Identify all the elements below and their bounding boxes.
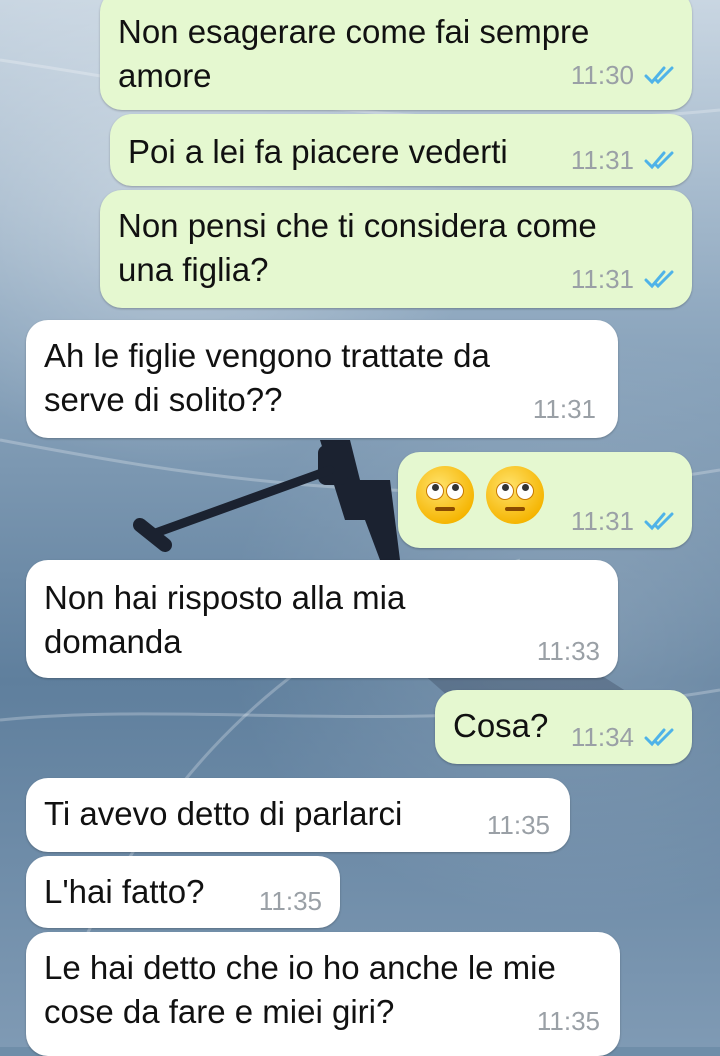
message-meta: 11:34 [571, 722, 676, 752]
message-time: 11:31 [570, 264, 634, 294]
face-with-rolling-eyes-icon [416, 466, 474, 524]
message-time: 11:31 [532, 394, 596, 424]
message-text: Non esagerare come fai sempre amore [118, 13, 590, 94]
message-meta: 11:33 [537, 636, 600, 666]
message-bubble-outgoing[interactable]: Non esagerare come fai sempre amore 11:3… [100, 0, 692, 110]
message-bubble-incoming[interactable]: Ah le figlie vengono trattate da serve d… [26, 320, 618, 438]
double-check-icon [644, 512, 674, 531]
message-text: Poi a lei fa piacere vederti [128, 133, 508, 170]
double-check-icon [644, 66, 674, 85]
message-meta: 11:35 [259, 886, 322, 916]
message-meta: 11:35 [487, 810, 550, 840]
message-time: 11:31 [570, 506, 634, 536]
message-time: 11:30 [570, 60, 634, 90]
message-time: 11:33 [536, 636, 600, 666]
message-time: 11:31 [570, 145, 634, 175]
message-time: 11:35 [258, 886, 322, 916]
message-bubble-outgoing[interactable]: Cosa? 11:34 [435, 690, 692, 764]
message-bubble-outgoing[interactable]: 11:31 [398, 452, 692, 548]
double-check-icon [644, 728, 674, 747]
emoji-group [416, 466, 544, 524]
message-bubble-outgoing[interactable]: Poi a lei fa piacere vederti 11:31 [110, 114, 692, 186]
message-text: Non hai risposto alla mia domanda [44, 579, 406, 660]
message-text: Ah le figlie vengono trattate da serve d… [44, 337, 490, 418]
message-meta: 11:35 [537, 1006, 600, 1036]
message-meta: 11:31 [571, 264, 676, 294]
face-with-rolling-eyes-icon [486, 466, 544, 524]
message-text: Ti avevo detto di parlarci [44, 795, 403, 832]
double-check-icon [644, 151, 674, 170]
message-bubble-incoming[interactable]: L'hai fatto? 11:35 [26, 856, 340, 928]
message-meta: 11:30 [571, 60, 676, 90]
message-meta: 11:31 [571, 506, 676, 536]
message-bubble-incoming[interactable]: Le hai detto che io ho anche le mie cose… [26, 932, 620, 1056]
message-bubble-outgoing[interactable]: Non pensi che ti considera come una figl… [100, 190, 692, 308]
double-check-icon [644, 270, 674, 289]
message-text: Le hai detto che io ho anche le mie cose… [44, 949, 556, 1030]
message-meta: 11:31 [533, 394, 596, 424]
message-text: Cosa? [453, 707, 549, 744]
message-bubble-incoming[interactable]: Non hai risposto alla mia domanda 11:33 [26, 560, 618, 678]
message-bubble-incoming[interactable]: Ti avevo detto di parlarci 11:35 [26, 778, 570, 852]
message-time: 11:34 [570, 722, 634, 752]
message-text: L'hai fatto? [44, 873, 205, 910]
message-time: 11:35 [486, 810, 550, 840]
message-time: 11:35 [536, 1006, 600, 1036]
message-text: Non pensi che ti considera come una figl… [118, 207, 597, 288]
message-meta: 11:31 [571, 145, 676, 175]
